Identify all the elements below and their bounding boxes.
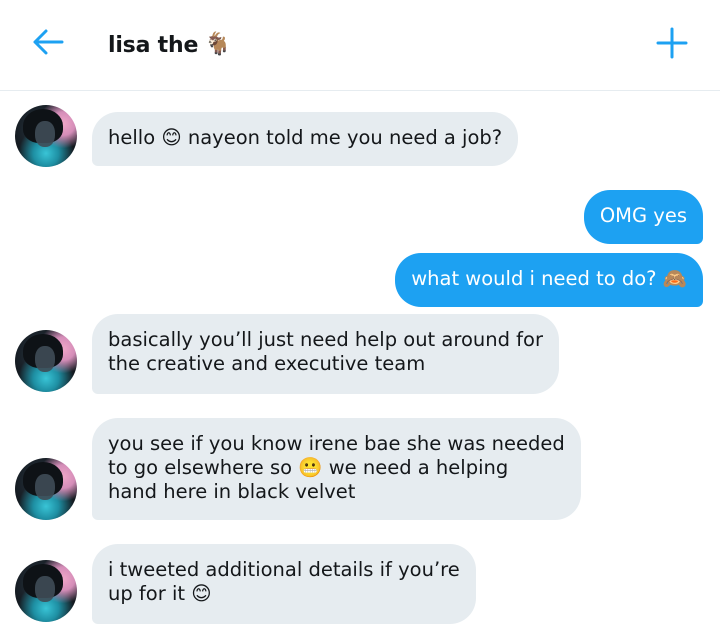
add-button[interactable]	[650, 24, 694, 62]
received-message[interactable]: you see if you know irene bae she was ne…	[92, 418, 581, 520]
received-message[interactable]: i tweeted additional details if you’re u…	[92, 544, 476, 624]
sent-message[interactable]: what would i need to do? 🙈	[395, 253, 703, 307]
sent-message[interactable]: OMG yes	[583, 190, 703, 244]
contact-name: lisa the	[108, 32, 199, 58]
contact-avatar[interactable]	[15, 105, 77, 167]
plus-icon	[656, 27, 688, 59]
conversation-header: lisa the 🐐	[0, 0, 720, 91]
contact-avatar[interactable]	[15, 560, 77, 622]
back-button[interactable]	[28, 24, 68, 60]
contact-avatar[interactable]	[15, 458, 77, 520]
conversation-title[interactable]: lisa the 🐐	[108, 30, 232, 60]
contact-avatar[interactable]	[15, 330, 77, 392]
arrow-left-icon	[33, 29, 64, 55]
received-message[interactable]: basically you’ll just need help out arou…	[92, 314, 559, 394]
goat-emoji: 🐐	[204, 32, 232, 57]
received-message[interactable]: hello 😊 nayeon told me you need a job?	[92, 112, 519, 166]
